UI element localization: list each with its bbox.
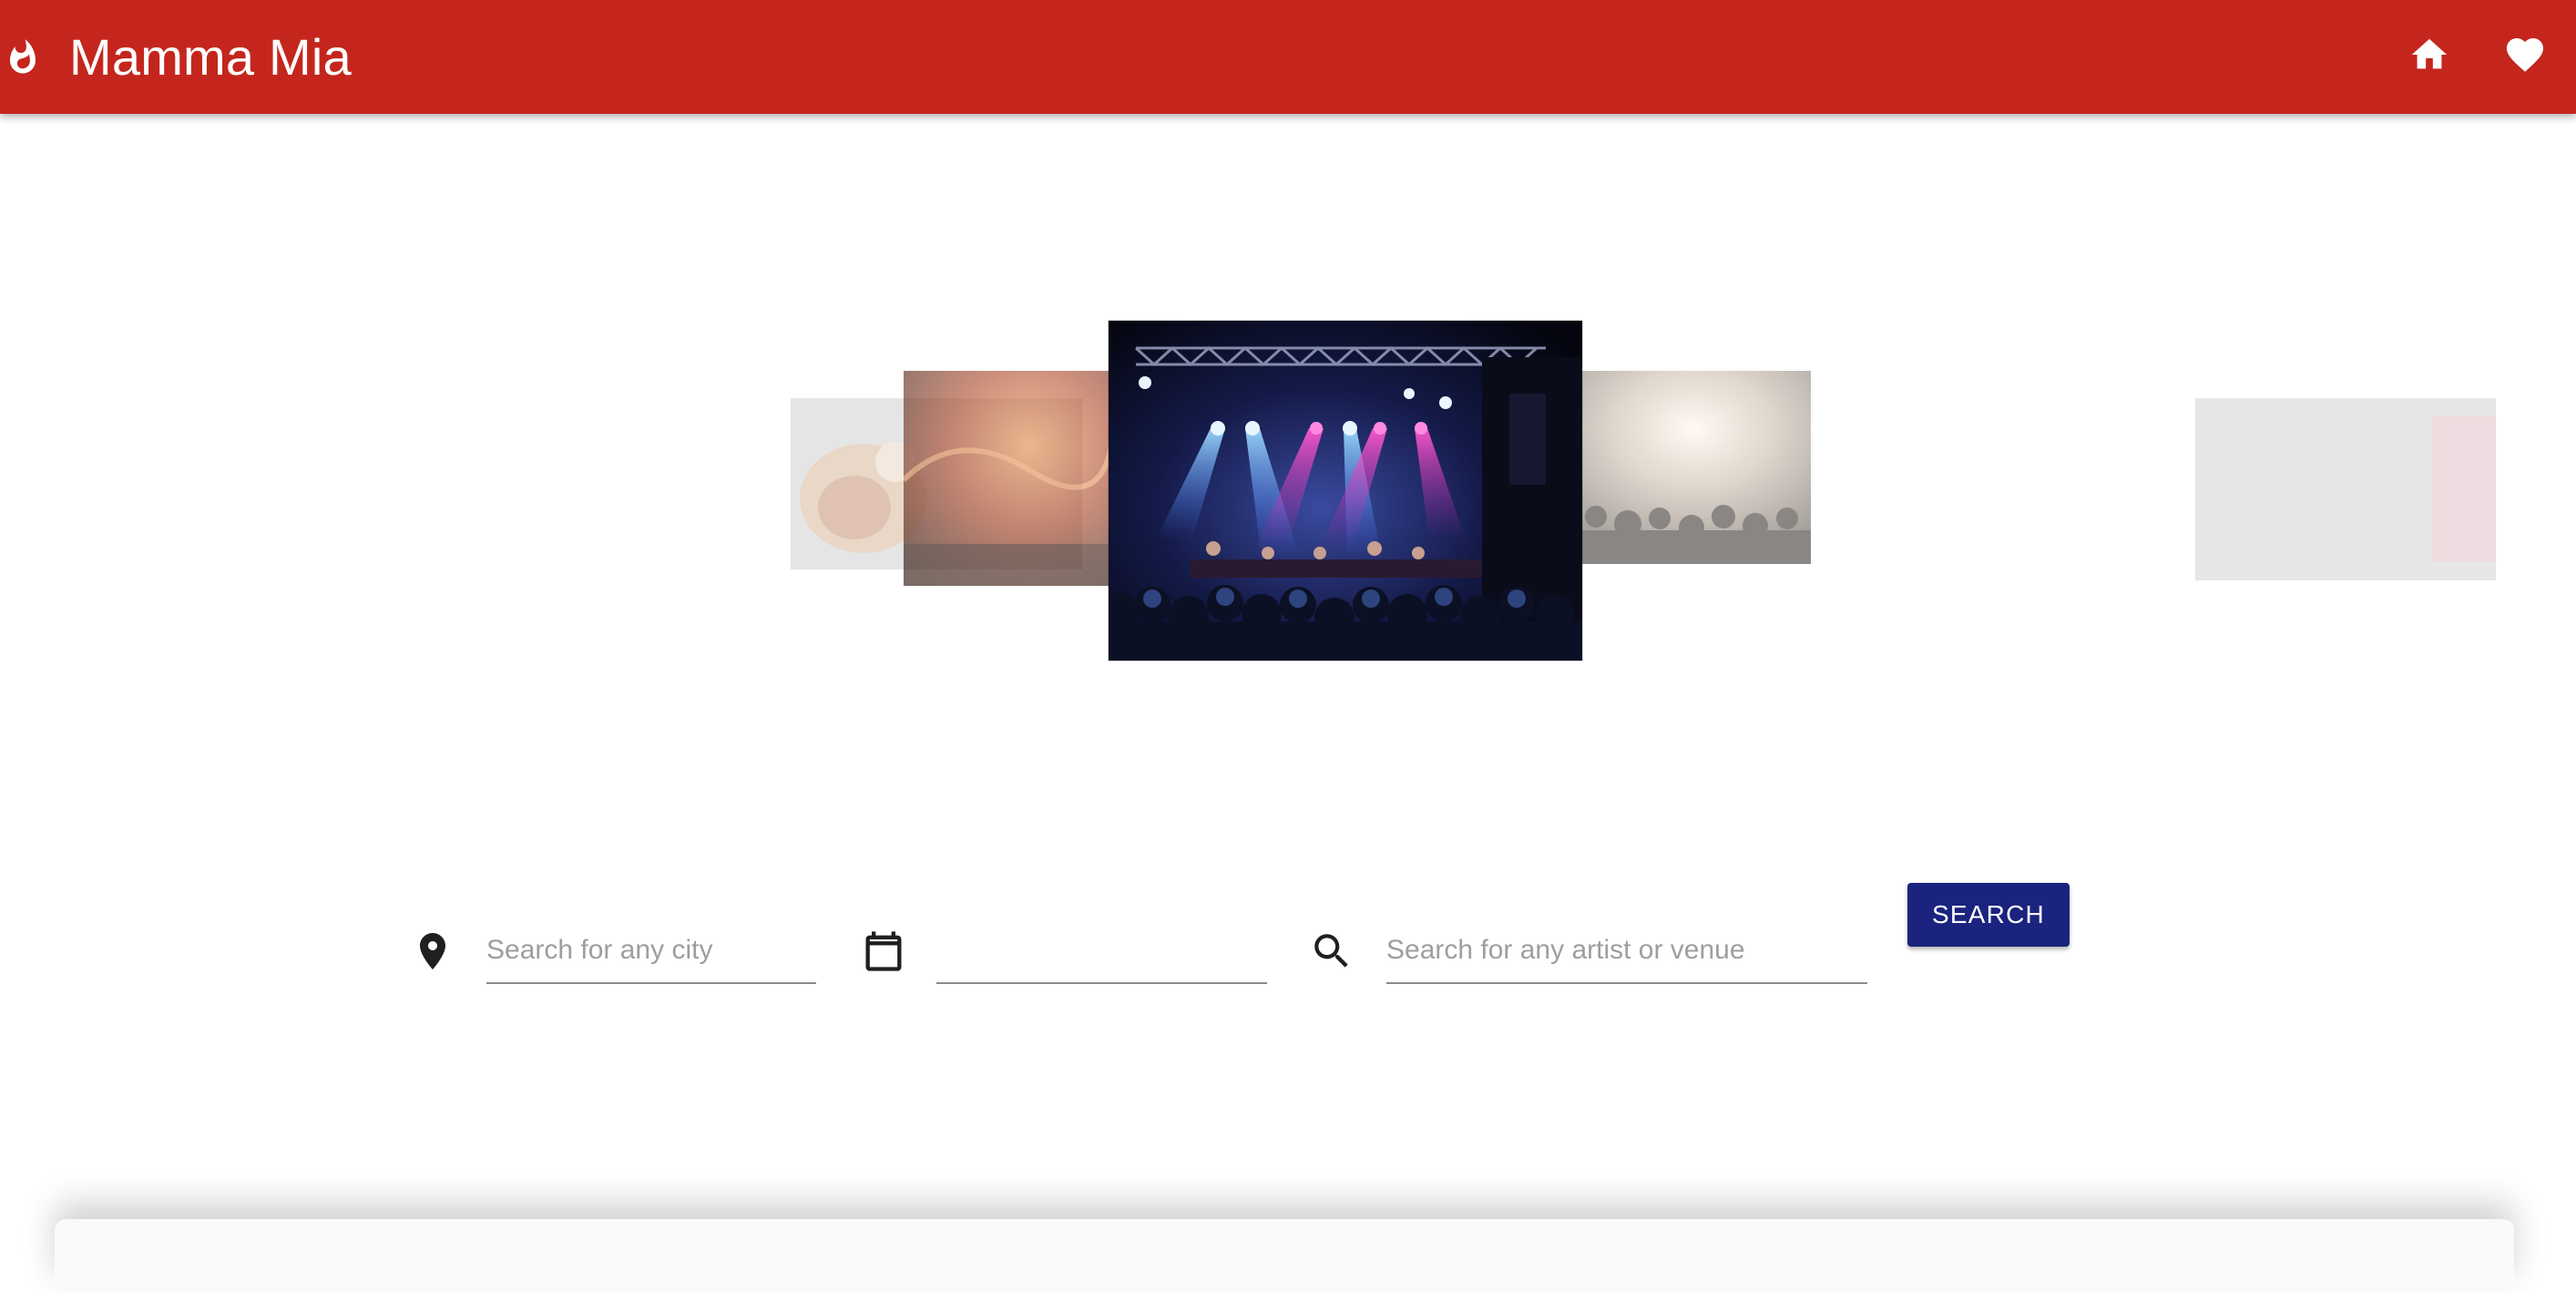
date-input[interactable] bbox=[936, 922, 1267, 979]
artist-venue-field[interactable] bbox=[1386, 922, 1867, 984]
heart-icon bbox=[2503, 33, 2547, 81]
flame-icon bbox=[4, 36, 42, 78]
artist-venue-input[interactable] bbox=[1386, 922, 1867, 979]
results-card bbox=[55, 1219, 2514, 1292]
favorites-button[interactable] bbox=[2498, 29, 2552, 84]
search-bar: SEARCH bbox=[0, 875, 2576, 1002]
carousel-slide-left[interactable] bbox=[904, 371, 1113, 586]
home-button[interactable] bbox=[2402, 29, 2457, 84]
city-field[interactable] bbox=[486, 922, 816, 984]
carousel-slide-right[interactable] bbox=[1550, 371, 1811, 564]
home-icon bbox=[2408, 34, 2450, 80]
carousel-slide-far-right[interactable] bbox=[2195, 398, 2496, 580]
image-carousel bbox=[783, 314, 2496, 670]
search-icon bbox=[1306, 926, 1357, 977]
app-title: Mamma Mia bbox=[69, 28, 352, 86]
search-button[interactable]: SEARCH bbox=[1907, 883, 2070, 947]
date-field[interactable] bbox=[936, 922, 1267, 984]
location-pin-icon bbox=[407, 926, 458, 977]
app-bar: Mamma Mia bbox=[0, 0, 2576, 114]
calendar-icon bbox=[858, 926, 909, 977]
city-input[interactable] bbox=[486, 922, 816, 979]
carousel-slide-active[interactable] bbox=[1109, 321, 1582, 661]
